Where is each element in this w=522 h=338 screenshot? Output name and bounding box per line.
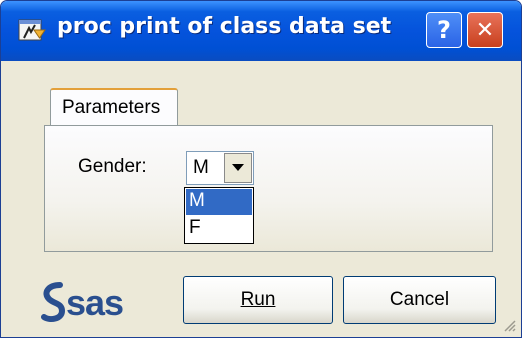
resize-grip-icon[interactable] [502, 318, 516, 332]
run-button-label: Run [240, 289, 276, 310]
help-button[interactable]: ? [426, 12, 462, 48]
sas-logo: sas [41, 282, 124, 323]
gender-dropdown-list: M F [184, 187, 254, 244]
help-icon: ? [437, 16, 451, 44]
cancel-button-label: Cancel [389, 289, 450, 310]
close-icon: ✕ [475, 17, 495, 43]
option-m[interactable]: M [186, 189, 252, 215]
sas-logo-text: sas [66, 282, 123, 323]
title-bar[interactable]: proc print of class data set ? ✕ [1, 1, 521, 61]
tab-panel [44, 125, 493, 252]
gender-combobox[interactable]: M [186, 151, 254, 185]
gender-label: Gender: [78, 156, 147, 177]
close-button[interactable]: ✕ [467, 12, 503, 48]
tab-label: Parameters [62, 97, 161, 118]
run-button[interactable]: Run [183, 276, 333, 324]
gender-selected-value: M [193, 157, 209, 178]
option-f[interactable]: F [186, 216, 252, 242]
cancel-button[interactable]: Cancel [343, 276, 496, 324]
tab-parameters[interactable]: Parameters [50, 88, 178, 126]
chevron-down-icon [232, 164, 244, 171]
dropdown-button[interactable] [224, 153, 252, 183]
app-icon [18, 19, 46, 41]
window-title: proc print of class data set [57, 14, 392, 39]
